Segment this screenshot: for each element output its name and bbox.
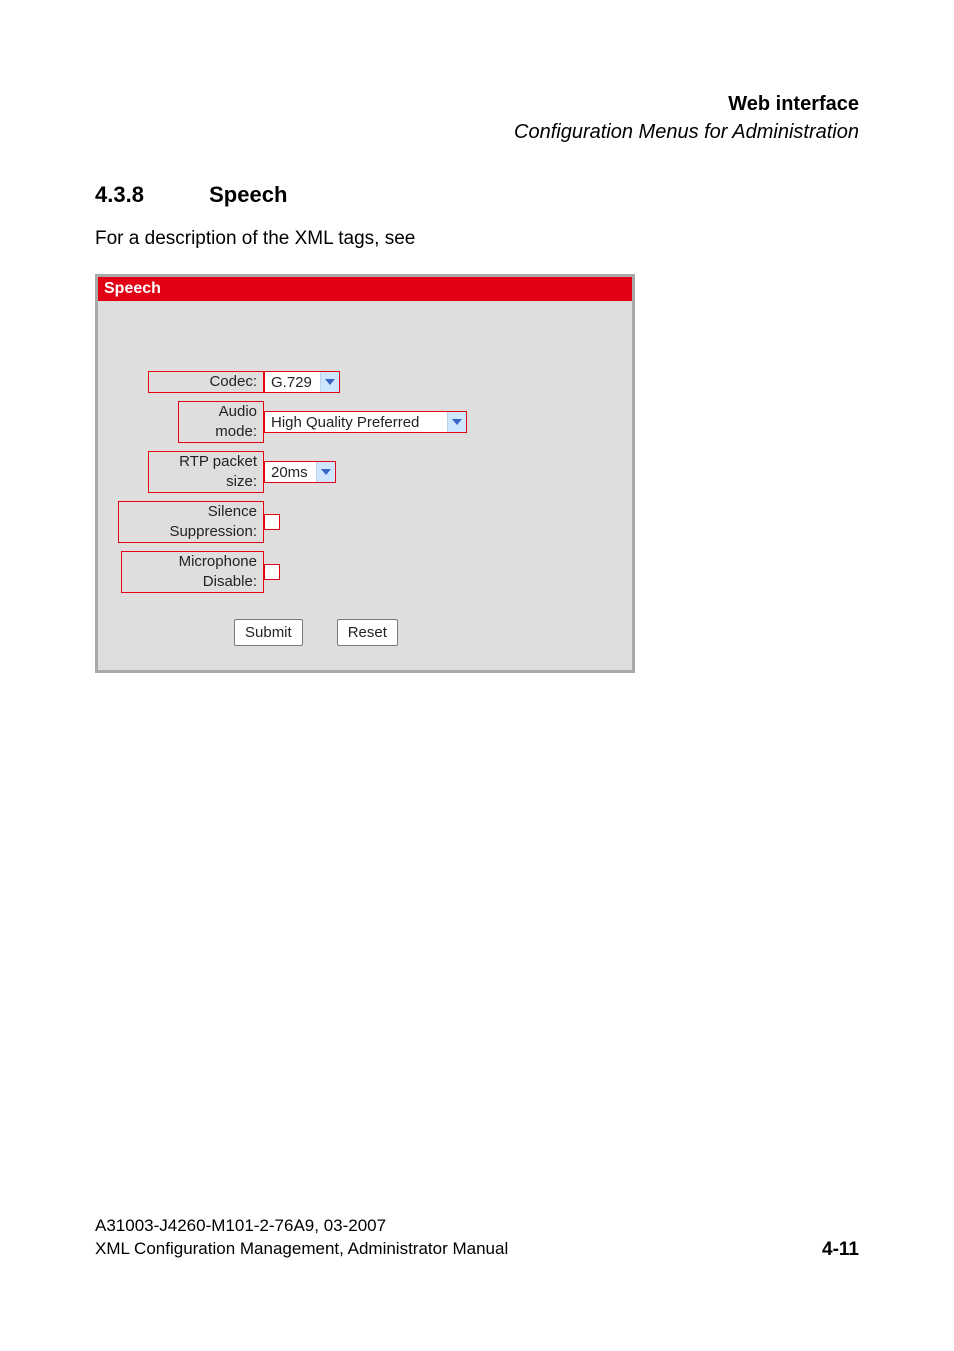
label-rtp-packet-size: RTP packet size: (148, 451, 264, 493)
control-audio-mode: High Quality Preferred (264, 411, 467, 433)
select-rtp-packet-size-value: 20ms (265, 462, 316, 482)
control-silence-suppression (264, 514, 280, 530)
header-subtitle: Configuration Menus for Administration (95, 118, 859, 146)
section-heading: 4.3.8 Speech (95, 182, 859, 208)
control-microphone-disable (264, 564, 280, 580)
row-rtp-packet-size: RTP packet size: 20ms (118, 451, 612, 493)
intro-text: For a description of the XML tags, see (95, 228, 859, 250)
checkbox-microphone-disable[interactable] (264, 564, 280, 580)
button-row: Submit Reset (118, 619, 612, 646)
control-codec: G.729 (264, 371, 340, 393)
select-codec[interactable]: G.729 (264, 371, 340, 393)
label-microphone-disable: Microphone Disable: (121, 551, 264, 593)
speech-panel: Speech Codec: G.729 Audio mode: (95, 274, 635, 673)
section-title: Speech (209, 182, 287, 207)
page-header: Web interface Configuration Menus for Ad… (95, 90, 859, 146)
panel-title: Speech (98, 277, 632, 301)
footer-line-2: XML Configuration Management, Administra… (95, 1238, 508, 1261)
label-audio-mode: Audio mode: (178, 401, 264, 443)
footer-line-1: A31003-J4260-M101-2-76A9, 03-2007 (95, 1215, 508, 1238)
label-silence-suppression: Silence Suppression: (118, 501, 264, 543)
chevron-down-icon (316, 462, 335, 482)
control-rtp-packet-size: 20ms (264, 461, 336, 483)
select-audio-mode[interactable]: High Quality Preferred (264, 411, 467, 433)
page-footer: A31003-J4260-M101-2-76A9, 03-2007 XML Co… (95, 1215, 859, 1261)
chevron-down-icon (320, 372, 339, 392)
submit-button[interactable]: Submit (234, 619, 303, 646)
row-codec: Codec: G.729 (118, 371, 612, 393)
chevron-down-icon (447, 412, 466, 432)
select-codec-value: G.729 (265, 372, 320, 392)
footer-left: A31003-J4260-M101-2-76A9, 03-2007 XML Co… (95, 1215, 508, 1261)
section-number: 4.3.8 (95, 182, 203, 208)
row-audio-mode: Audio mode: High Quality Preferred (118, 401, 612, 443)
select-audio-mode-value: High Quality Preferred (265, 412, 447, 432)
label-codec: Codec: (148, 371, 264, 393)
row-microphone-disable: Microphone Disable: (118, 551, 612, 593)
page: Web interface Configuration Menus for Ad… (0, 0, 954, 1351)
footer-page-number: 4-11 (822, 1239, 859, 1261)
checkbox-silence-suppression[interactable] (264, 514, 280, 530)
reset-button[interactable]: Reset (337, 619, 398, 646)
header-title: Web interface (95, 90, 859, 118)
panel-body: Codec: G.729 Audio mode: High Quality Pr… (98, 301, 632, 670)
select-rtp-packet-size[interactable]: 20ms (264, 461, 336, 483)
row-silence-suppression: Silence Suppression: (118, 501, 612, 543)
